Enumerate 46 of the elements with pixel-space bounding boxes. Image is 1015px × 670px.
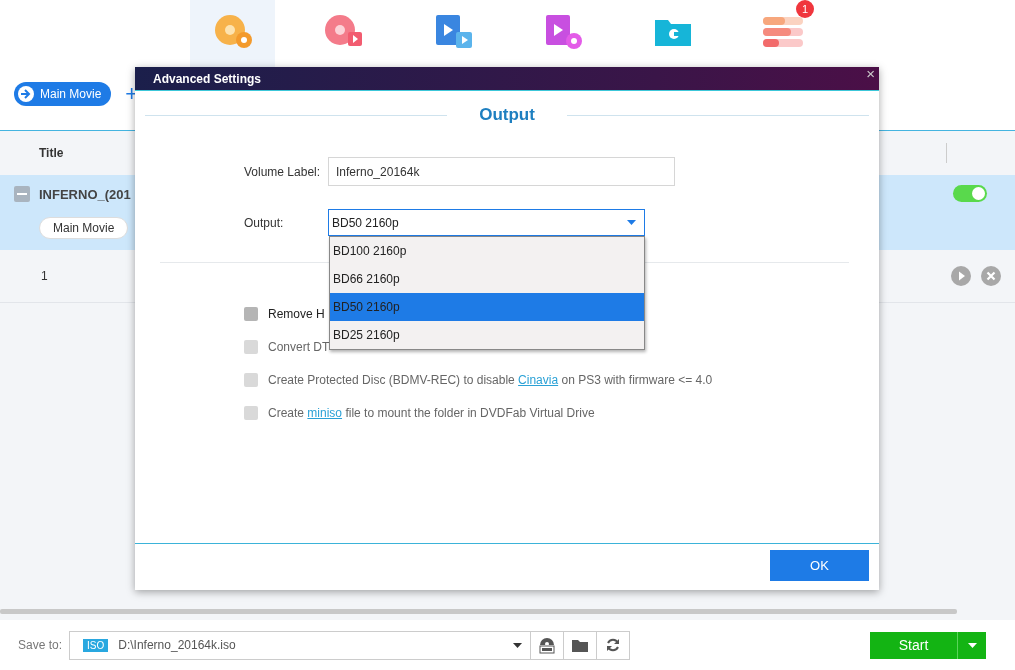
option-label: Convert DT [268,340,330,354]
save-label: Save to: [18,638,63,652]
ok-button[interactable]: OK [770,550,869,581]
refresh-button[interactable] [597,630,631,660]
option-label: Remove H [268,307,325,321]
close-icon[interactable] [981,266,1001,286]
format-tag: ISO [83,638,109,652]
folder-button[interactable] [564,630,598,660]
option-label: Create Protected Disc (BDMV-REC) to disable Cinavia on PS3 with firmware <= 4.0 [268,373,713,387]
dropdown-option[interactable]: BD25 2160p [330,321,644,349]
toggle-switch[interactable] [953,185,987,202]
main-movie-chip: Main Movie [39,217,129,239]
row-number: 1 [41,269,48,283]
caret-icon [513,642,523,648]
disc-image-icon [538,636,557,654]
column-header: Title [39,146,64,160]
notification-badge: 1 [796,0,814,18]
volume-label-field[interactable]: Inferno_20164k [328,157,675,186]
title-name: INFERNO_(201 [39,186,131,202]
start-button[interactable]: Start [870,631,957,659]
caret-icon [967,642,977,648]
list-icon [760,14,805,50]
refresh-icon [605,637,622,653]
start-menu-button[interactable] [957,631,986,659]
dropdown-option[interactable]: BD50 2160p [330,293,644,321]
collapse-icon[interactable] [14,186,30,202]
section-heading: Output [479,105,535,125]
save-path: D:\Inferno_20164k.iso [118,638,237,652]
toolbar-tab[interactable]: 1 [740,0,825,70]
checkbox[interactable] [244,307,258,321]
option-label: Create miniso file to mount the folder in DVDFab Virtual Drive [268,406,595,420]
field-label: Volume Label: [244,164,322,179]
dropdown-option[interactable]: BD100 2160p [330,237,644,265]
toolbar-tab[interactable] [190,0,275,70]
dropdown-option[interactable]: BD66 2160p [330,265,644,293]
caret-icon [627,220,636,225]
output-select[interactable]: BD50 2160p [328,209,645,236]
field-label: Output: [244,215,285,230]
folder-icon [572,638,589,652]
main-movie-button[interactable]: Main Movie [14,82,112,106]
save-path-field[interactable]: ISO D:\Inferno_20164k.iso [69,630,532,660]
disc-image-button[interactable] [531,630,565,660]
scrollbar[interactable] [0,609,957,614]
dialog-title: Advanced Settings [153,71,262,86]
close-button[interactable]: × [866,67,875,81]
play-icon[interactable] [951,266,971,286]
